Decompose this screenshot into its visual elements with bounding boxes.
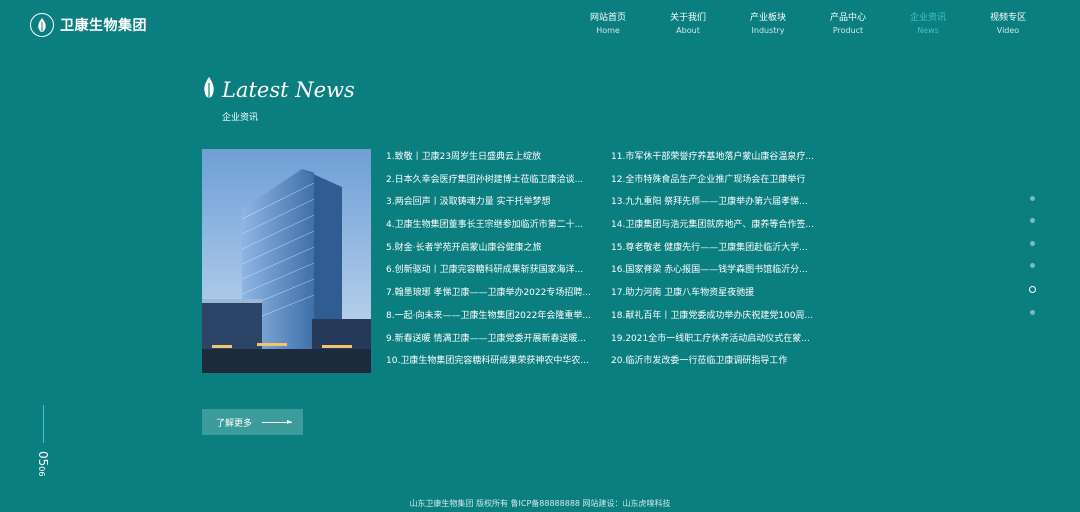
pager-text: 0506 bbox=[36, 451, 50, 476]
news-item[interactable]: 18.献礼百年丨卫康党委成功举办庆祝建党100周... bbox=[611, 308, 821, 331]
learn-more-label: 了解更多 bbox=[216, 418, 253, 429]
news-item[interactable]: 8.一起·向未来——卫康生物集团2022年会隆重举... bbox=[386, 308, 596, 331]
nav-item-home[interactable]: 网站首页 Home bbox=[568, 12, 648, 38]
news-item[interactable]: 7.翰墨琅琊 孝悌卫康——卫康举办2022专场招聘... bbox=[386, 285, 596, 308]
building-photo bbox=[202, 149, 371, 373]
nav-item-industry[interactable]: 产业板块 Industry bbox=[728, 12, 808, 38]
nav-label-en: Product bbox=[832, 26, 864, 35]
nav-label-cn: 视频专区 bbox=[989, 13, 1026, 23]
news-item[interactable]: 14.卫康集团与浩元集团就房地产、康养等合作签... bbox=[611, 217, 821, 240]
news-item[interactable]: 10.卫康生物集团完容糖科研成果荣获神农中华农... bbox=[386, 353, 596, 376]
section-dots bbox=[1029, 196, 1036, 332]
leaf-icon bbox=[202, 76, 216, 104]
news-item[interactable]: 6.创新驱动丨卫康完容糖科研成果斩获国家海洋... bbox=[386, 262, 596, 285]
news-item[interactable]: 4.卫康生物集团董事长王宗继参加临沂市第二十... bbox=[386, 217, 596, 240]
news-item[interactable]: 2.日本久幸会医疗集团孙树建博士莅临卫康洽谈... bbox=[386, 172, 596, 195]
nav-item-product[interactable]: 产品中心 Product bbox=[808, 12, 888, 38]
section-dot[interactable] bbox=[1029, 285, 1036, 293]
news-item[interactable]: 20.临沂市发改委一行莅临卫康调研指导工作 bbox=[611, 353, 821, 376]
brand-logo[interactable]: 卫康生物集团 bbox=[30, 13, 147, 37]
nav-label-en: Home bbox=[596, 26, 620, 35]
section-dot[interactable] bbox=[1030, 240, 1035, 246]
news-item[interactable]: 16.国家脊梁 赤心报国——钱学森图书馆临沂分... bbox=[611, 262, 821, 285]
nav-label-en: Video bbox=[996, 26, 1020, 35]
news-item[interactable]: 9.新春送暖 情满卫康——卫康党委开展新春送暖... bbox=[386, 331, 596, 354]
page-indicator: 0506 bbox=[36, 405, 50, 476]
news-list-left: 1.致敬丨卫康23周岁生日盛典云上绽放 2.日本久幸会医疗集团孙树建博士莅临卫康洽… bbox=[386, 149, 596, 376]
news-item[interactable]: 3.两会回声丨汲取铸魂力量 实干托举梦想 bbox=[386, 194, 596, 217]
news-item[interactable]: 13.九九重阳 祭拜先师——卫康举办第六届孝悌... bbox=[611, 194, 821, 217]
section-header: Latest News 企业资讯 bbox=[202, 76, 355, 123]
nav-label-en: News bbox=[917, 26, 939, 35]
section-dot[interactable] bbox=[1030, 263, 1035, 269]
section-subtitle: 企业资讯 bbox=[222, 113, 259, 123]
news-item[interactable]: 15.尊老敬老 健康先行——卫康集团赴临沂大学... bbox=[611, 240, 821, 263]
nav-label-cn: 网站首页 bbox=[589, 13, 626, 23]
main-nav: 网站首页 Home 关于我们 About 产业板块 Industry 产品中心 Product… bbox=[568, 12, 1048, 38]
nav-item-news[interactable]: 企业资讯 News bbox=[888, 12, 968, 38]
news-item[interactable]: 12.全市特殊食品生产企业推广现场会在卫康举行 bbox=[611, 172, 821, 195]
news-item[interactable]: 11.市军休干部荣誉疗养基地落户蒙山康谷温泉疗... bbox=[611, 149, 821, 172]
pager-current: 05 bbox=[36, 451, 50, 467]
news-list-right: 11.市军休干部荣誉疗养基地落户蒙山康谷温泉疗... 12.全市特殊食品生产企业推… bbox=[611, 149, 821, 376]
news-item[interactable]: 19.2021全市一线职工疗休养活动启动仪式在蒙... bbox=[611, 331, 821, 354]
news-item[interactable]: 1.致敬丨卫康23周岁生日盛典云上绽放 bbox=[386, 149, 596, 172]
news-item[interactable]: 17.助力河南 卫康八车物资星夜驰援 bbox=[611, 285, 821, 308]
section-title: Latest News bbox=[222, 78, 355, 102]
section-dot[interactable] bbox=[1030, 218, 1035, 224]
learn-more-button[interactable]: 了解更多 bbox=[202, 409, 303, 435]
pager-line bbox=[43, 405, 44, 443]
section-dot[interactable] bbox=[1030, 196, 1035, 201]
pager-total: 06 bbox=[37, 466, 46, 477]
arrow-right-icon bbox=[262, 419, 293, 424]
nav-label-en: Industry bbox=[751, 26, 785, 35]
nav-label-cn: 产业板块 bbox=[749, 13, 786, 23]
leaf-logo-icon bbox=[30, 13, 54, 37]
nav-label-en: About bbox=[676, 26, 700, 35]
footer-copyright: 山东卫康生物集团 版权所有 鲁ICP备88888888 网站建设：山东虎嗅科技 bbox=[409, 499, 671, 508]
nav-item-about[interactable]: 关于我们 About bbox=[648, 12, 728, 38]
nav-item-video[interactable]: 视频专区 Video bbox=[968, 12, 1048, 38]
nav-label-cn: 产品中心 bbox=[829, 13, 866, 23]
nav-label-cn: 关于我们 bbox=[669, 13, 706, 23]
news-item[interactable]: 5.财金·长者学苑开启蒙山康谷健康之旅 bbox=[386, 240, 596, 263]
brand-name: 卫康生物集团 bbox=[60, 18, 147, 34]
nav-label-cn: 企业资讯 bbox=[909, 13, 946, 23]
section-dot[interactable] bbox=[1030, 309, 1035, 315]
